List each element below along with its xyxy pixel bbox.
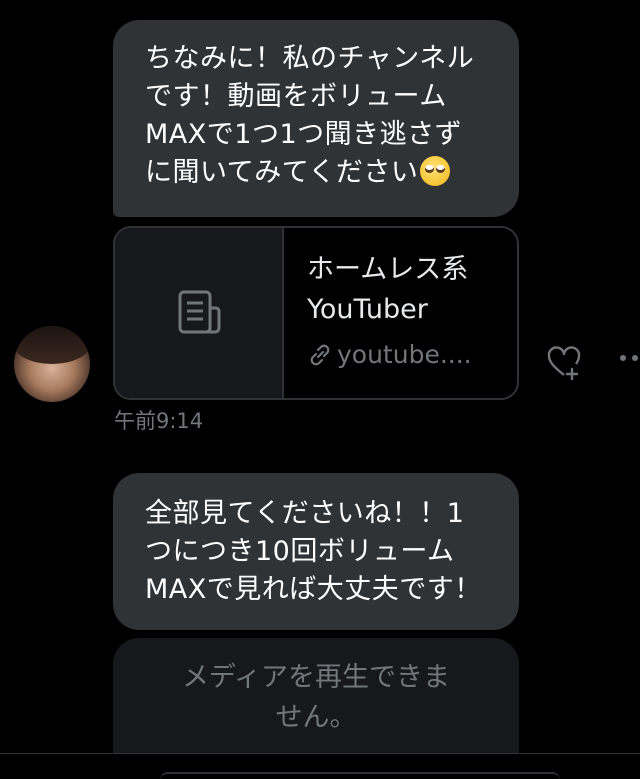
- heart-plus-icon[interactable]: [546, 345, 582, 381]
- message-line: です！動画をボリューム: [145, 81, 447, 112]
- message-timestamp: 午前9:14: [114, 409, 204, 433]
- media-unavailable-text: せん。: [275, 702, 357, 733]
- avatar[interactable]: [14, 326, 90, 402]
- message-bubble[interactable]: 全部見てくださいね！！1 つにつき10回ボリューム MAXで見れば大丈夫です！: [113, 473, 519, 630]
- link-domain: youtube....: [307, 340, 472, 369]
- message-line: MAXで1つ1つ聞き逃さず: [145, 119, 463, 150]
- message-line-text: に聞いてみてください: [145, 157, 419, 188]
- message-line: MAXで見れば大丈夫です！: [145, 574, 482, 605]
- message-bubble[interactable]: ちなみに！私のチャンネル です！動画をボリューム MAXで1つ1つ聞き逃さず に…: [113, 20, 519, 217]
- link-thumbnail: [115, 228, 284, 398]
- document-icon: [178, 290, 221, 334]
- dm-conversation: ちなみに！私のチャンネル です！動画をボリューム MAXで1つ1つ聞き逃さず に…: [0, 0, 640, 779]
- rolling-eyes-emoji-icon: [420, 156, 451, 186]
- message-line: つにつき10回ボリューム: [145, 536, 455, 567]
- media-unavailable-text: メディアを再生できま: [181, 662, 451, 693]
- composer-input-edge[interactable]: [160, 772, 560, 779]
- message-line: ちなみに！私のチャンネル: [145, 43, 475, 74]
- message-line: に聞いてみてください: [145, 154, 491, 192]
- link-title-line: YouTuber: [307, 294, 428, 325]
- avatar-hair: [14, 326, 90, 364]
- link-title: ホームレス系 YouTuber: [307, 250, 507, 330]
- link-icon: [310, 344, 330, 365]
- more-icon[interactable]: [620, 355, 640, 367]
- message-line: 全部見てくださいね！！1: [145, 498, 465, 529]
- more-dot: [632, 355, 638, 361]
- link-title-line: ホームレス系: [307, 254, 469, 285]
- more-dot: [620, 355, 626, 361]
- link-domain-text: youtube....: [337, 340, 472, 369]
- link-preview-card[interactable]: ホームレス系 YouTuber youtube....: [113, 226, 519, 400]
